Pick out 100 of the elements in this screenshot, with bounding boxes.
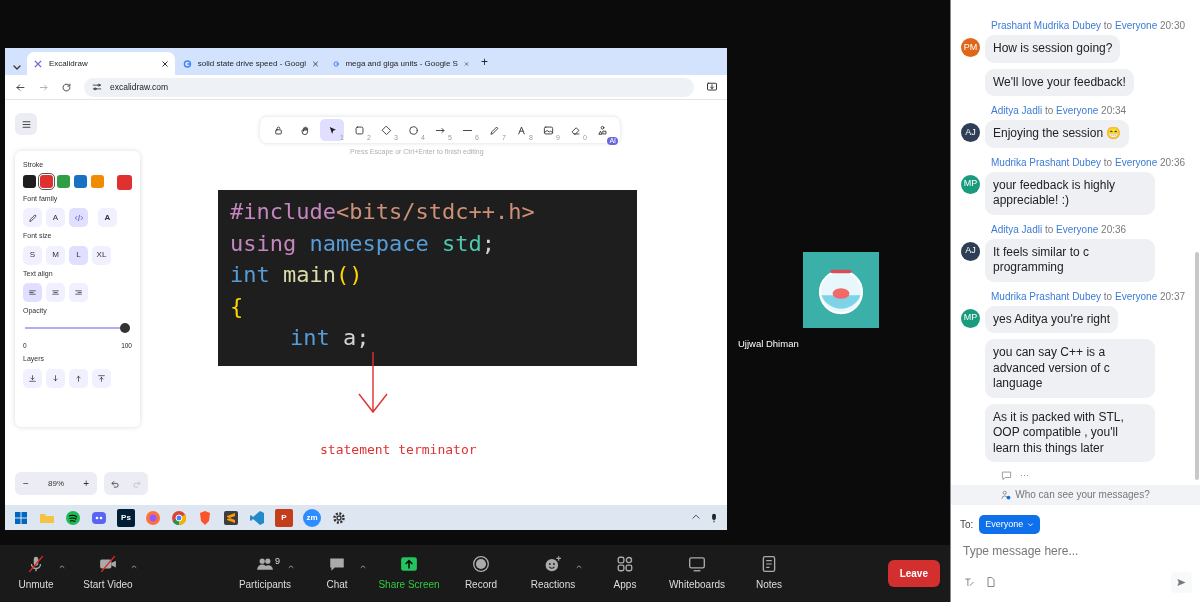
meeting-control-button[interactable]: Reactions [517,555,589,592]
ellipse-icon [407,124,419,136]
color-swatch[interactable] [57,174,70,188]
avatar: MP [961,308,980,328]
code-icon [73,212,84,223]
meeting-control-button[interactable]: Share Screen [373,555,445,592]
browser-tab[interactable]: solid state drive speed - Googl [177,52,325,75]
code-line: int main() [230,261,364,289]
close-icon[interactable] [161,59,169,68]
meeting-control-button[interactable]: Start Video [72,555,144,592]
color-swatch[interactable] [91,174,104,188]
current-color-swatch[interactable] [117,174,132,190]
text-icon [515,124,527,136]
meeting-control-button[interactable]: 9 Participants [229,555,301,592]
taskbar-app[interactable]: P [275,508,293,527]
share-icon [400,555,418,573]
recipient-dropdown[interactable]: Everyone [979,514,1041,534]
meeting-control-button[interactable]: Unmute [0,555,72,592]
caret-icon[interactable] [287,563,295,570]
meeting-control-button[interactable]: Record [445,555,517,592]
layer-button[interactable] [23,368,42,388]
browser-tab[interactable]: mega and giga units - Google S [327,52,475,75]
code-line: #include<bits/stdc++.h> [230,198,536,226]
reload-icon[interactable] [61,81,72,93]
address-bar[interactable]: excalidraw.com [84,77,694,97]
opacity-slider[interactable] [25,322,130,333]
font-option[interactable]: A [46,208,65,227]
eraser-icon [569,124,581,136]
message-header: Aditya Jadli to Everyone 20:36 [991,222,1128,237]
format-text-icon[interactable] [963,576,975,588]
color-swatch[interactable] [23,174,36,188]
zoom-level: 89% [48,477,64,490]
video-off-icon [99,555,117,573]
caret-icon[interactable] [575,563,583,570]
hand-icon [299,124,311,136]
start-icon[interactable] [13,509,29,526]
menu-button[interactable] [15,113,37,135]
reply-icon[interactable] [1001,470,1012,482]
caret-icon[interactable] [130,563,138,570]
taskbar-app[interactable]: Ps [117,508,135,527]
size-option[interactable]: M [46,245,65,265]
microphone-icon[interactable] [709,511,719,524]
people-icon [1001,489,1012,500]
participant-name: Ujjwal Dhiman [738,337,800,351]
undo-icon[interactable] [110,478,120,489]
avatar: PM [961,38,980,57]
caret-icon[interactable] [359,563,367,570]
install-app-icon[interactable] [706,81,718,93]
meeting-control-button[interactable]: Apps [589,555,661,592]
new-tab-button[interactable]: + [481,52,488,71]
align-option[interactable] [23,283,42,302]
chat-message: Enjoying the session 😁 [985,120,1130,148]
align-center-icon [51,288,60,297]
align-option[interactable] [69,283,88,302]
color-swatch[interactable] [40,174,53,188]
gear-icon[interactable] [331,509,347,526]
code-line: using namespace std; [230,229,496,258]
slider-thumb[interactable] [120,322,130,333]
taskbar-app-icon[interactable] [65,509,81,526]
avatar: AJ [961,241,980,261]
chat-message: your feedback is highly appreciable! :) [985,171,1155,215]
menu-icon [20,118,32,130]
chat-message: As it is packed with STL, OOP compatible , you'll learn this things later [985,403,1155,462]
send-button[interactable] [1171,571,1192,593]
color-swatch[interactable] [74,174,87,188]
chat-message: We'll love your feedback! [985,68,1134,96]
align-left-icon [28,288,37,297]
meeting-control-button[interactable]: Chat [301,555,373,592]
avatar: MP [961,174,980,194]
size-option[interactable]: L [69,245,88,265]
scrollbar[interactable] [1195,252,1199,480]
shapes-icon [596,124,608,136]
zoom-in-button[interactable]: + [79,476,93,491]
meeting-control-button[interactable]: Whiteboards [661,555,733,592]
message-header: Aditya Jadli to Everyone 20:34 [991,104,1128,118]
chevron-down-icon [1027,520,1035,528]
browser-tab[interactable]: Excalidraw [27,52,175,75]
file-icon[interactable] [985,576,997,588]
layer-button[interactable] [69,368,88,388]
size-option[interactable]: XL [92,245,111,265]
code-line: int a; [289,324,371,352]
more-options-button[interactable]: ··· [1020,469,1029,483]
rectangle-icon [353,124,365,136]
arrow-icon [74,373,83,383]
size-option[interactable]: S [23,245,42,265]
apps-icon [616,555,634,573]
font-option[interactable] [69,208,88,227]
zoom-out-button[interactable]: − [19,476,33,491]
leave-button[interactable]: Leave [887,560,940,587]
back-icon[interactable] [15,81,26,93]
taskbar-app-icon[interactable] [223,509,239,526]
font-option[interactable] [23,208,42,227]
notes-icon [760,555,778,573]
font-option[interactable]: A [98,208,117,227]
align-option[interactable] [46,283,65,302]
layer-button[interactable] [92,368,111,388]
caret-icon[interactable] [58,563,66,570]
meeting-control-button[interactable]: Notes [733,555,805,592]
arrow-icon [28,373,37,383]
google-icon [183,58,192,69]
